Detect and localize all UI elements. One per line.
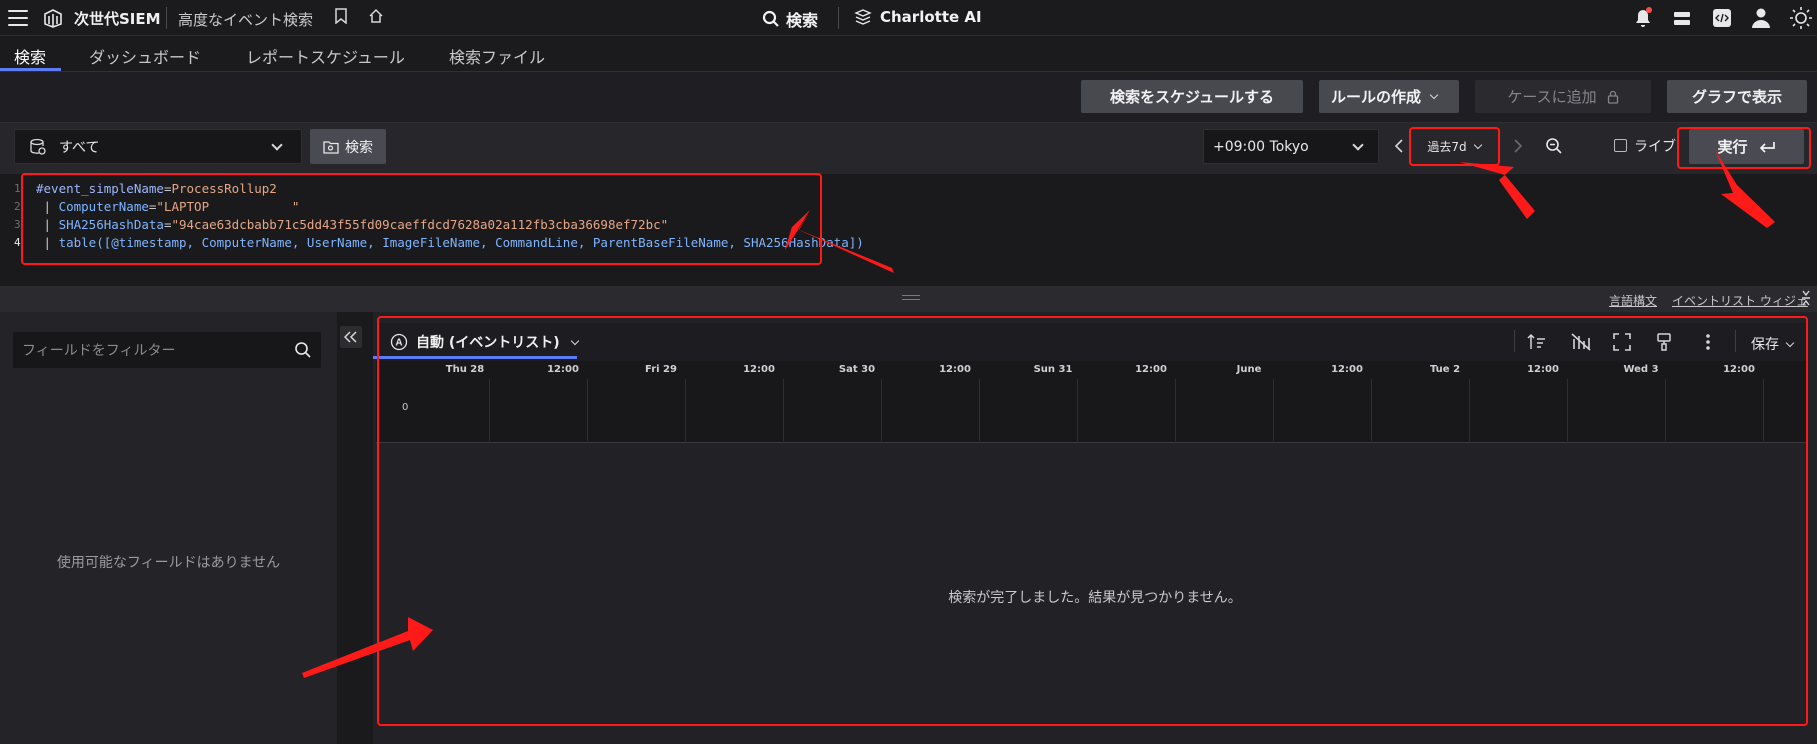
annotation-arrows: [302, 150, 1775, 678]
arrow-to-range: [1459, 162, 1535, 219]
arrow-to-run: [1715, 150, 1775, 228]
arrow-to-results: [302, 617, 433, 678]
